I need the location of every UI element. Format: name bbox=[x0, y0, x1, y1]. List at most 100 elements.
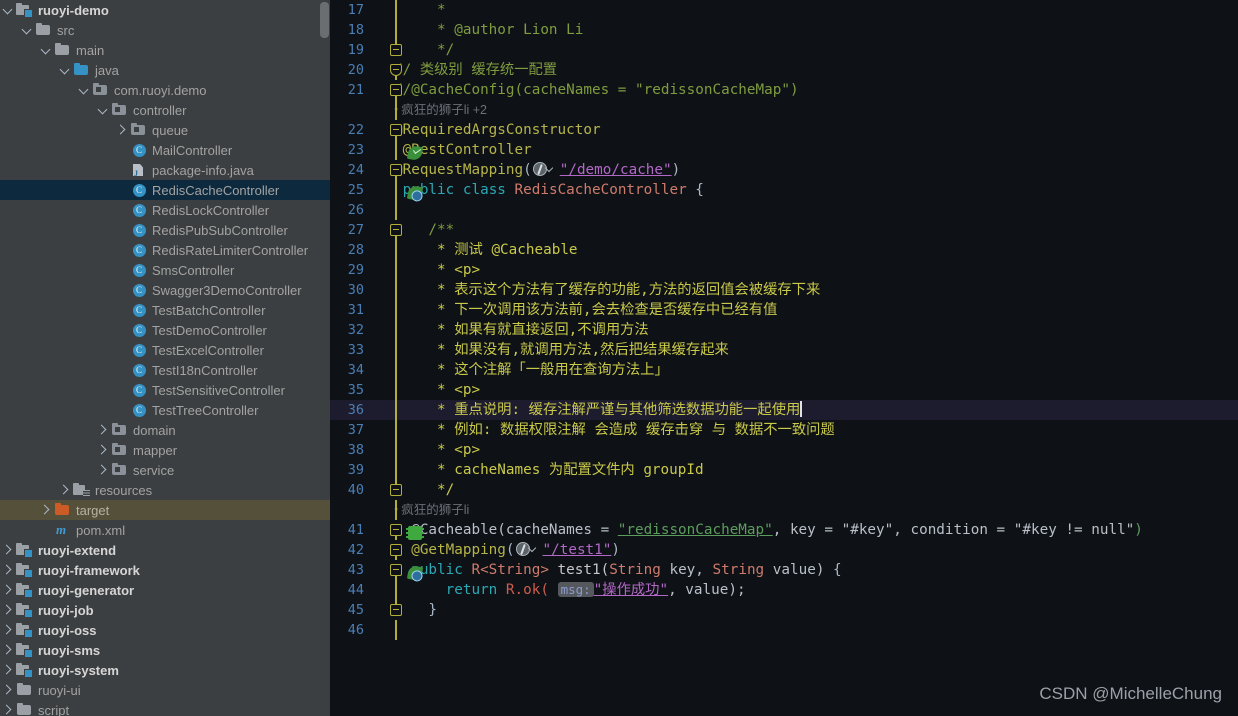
chevron-right-icon[interactable] bbox=[0, 640, 16, 660]
tree-item-main[interactable]: main bbox=[0, 40, 330, 60]
tree-item-redisratelimitercontroller[interactable]: CRedisRateLimiterController bbox=[0, 240, 330, 260]
editor-gutter[interactable]: 46 bbox=[330, 620, 394, 640]
editor-gutter[interactable]: 42 bbox=[330, 540, 394, 560]
code-line-45[interactable]: 45 } bbox=[330, 600, 1238, 620]
editor-gutter[interactable]: 36 bbox=[330, 400, 394, 420]
code-line-43[interactable]: 43 public R<String> test1(String key, St… bbox=[330, 560, 1238, 580]
code-fold-marker[interactable] bbox=[388, 80, 404, 100]
globe-dropdown-icon[interactable] bbox=[516, 542, 542, 556]
chevron-right-icon[interactable] bbox=[0, 680, 16, 700]
tree-item-pom-xml[interactable]: mpom.xml bbox=[0, 520, 330, 540]
tree-item-ruoyi-system[interactable]: ruoyi-system bbox=[0, 660, 330, 680]
tree-item-testsensitivecontroller[interactable]: CTestSensitiveController bbox=[0, 380, 330, 400]
editor-gutter[interactable]: 40 bbox=[330, 480, 394, 500]
tree-item-testdemocontroller[interactable]: CTestDemoController bbox=[0, 320, 330, 340]
code-fold-marker[interactable] bbox=[388, 200, 404, 220]
chevron-down-icon[interactable] bbox=[0, 0, 16, 20]
code-line-26[interactable]: 26 bbox=[330, 200, 1238, 220]
code-fold-marker[interactable] bbox=[388, 40, 404, 60]
tree-item-redispubsubcontroller[interactable]: CRedisPubSubController bbox=[0, 220, 330, 240]
editor-gutter[interactable]: 18 bbox=[330, 20, 394, 40]
globe-dropdown-icon[interactable] bbox=[533, 162, 559, 176]
code-line-36[interactable]: 36 * 重点说明: 缓存注解严谨与其他筛选数据功能一起使用 bbox=[330, 400, 1238, 420]
tree-item-resources[interactable]: resources bbox=[0, 480, 330, 500]
code-line-18[interactable]: 18 * @author Lion Li bbox=[330, 20, 1238, 40]
editor-gutter[interactable]: 44 bbox=[330, 580, 394, 600]
code-line-35[interactable]: 35 * <p> bbox=[330, 380, 1238, 400]
editor-gutter[interactable]: 26 bbox=[330, 200, 394, 220]
code-line-22[interactable]: 22@RequiredArgsConstructor bbox=[330, 120, 1238, 140]
code-line-21[interactable]: 21//@CacheConfig(cacheNames = "redissonC… bbox=[330, 80, 1238, 100]
code-fold-marker[interactable] bbox=[388, 100, 404, 120]
tree-item-swagger3democontroller[interactable]: CSwagger3DemoController bbox=[0, 280, 330, 300]
tree-item-java[interactable]: java bbox=[0, 60, 330, 80]
code-line-33[interactable]: 33 * 如果没有,就调用方法,然后把结果缓存起来 bbox=[330, 340, 1238, 360]
tree-item-domain[interactable]: domain bbox=[0, 420, 330, 440]
editor-gutter[interactable] bbox=[330, 500, 394, 520]
tree-item-package-info-java[interactable]: Jpackage-info.java bbox=[0, 160, 330, 180]
code-line-42[interactable]: 42 @GetMapping("/test1") bbox=[330, 540, 1238, 560]
tree-item-ruoyi-sms[interactable]: ruoyi-sms bbox=[0, 640, 330, 660]
chevron-right-icon[interactable] bbox=[0, 540, 16, 560]
editor-gutter[interactable]: 24 bbox=[330, 160, 394, 180]
sidebar-scrollbar-thumb[interactable] bbox=[320, 2, 329, 38]
editor-gutter[interactable]: 29 bbox=[330, 260, 394, 280]
chevron-right-icon[interactable] bbox=[57, 480, 73, 500]
editor-gutter[interactable]: 27 bbox=[330, 220, 394, 240]
editor-gutter[interactable]: 39 bbox=[330, 460, 394, 480]
tree-item-ruoyi-demo[interactable]: ruoyi-demo bbox=[0, 0, 330, 20]
code-line-37[interactable]: 37 * 例如: 数据权限注解 会造成 缓存击穿 与 数据不一致问题 bbox=[330, 420, 1238, 440]
editor-gutter[interactable]: 23 bbox=[330, 140, 394, 160]
editor-gutter[interactable]: 45 bbox=[330, 600, 394, 620]
code-fold-marker[interactable] bbox=[388, 260, 404, 280]
code-fold-marker[interactable] bbox=[388, 540, 404, 560]
code-fold-marker[interactable] bbox=[388, 380, 404, 400]
code-fold-marker[interactable] bbox=[388, 60, 404, 80]
code-fold-marker[interactable] bbox=[388, 140, 404, 160]
project-tree-panel[interactable]: ruoyi-demosrcmainjavacom.ruoyi.democontr… bbox=[0, 0, 330, 716]
code-line-27[interactable]: 27 /** bbox=[330, 220, 1238, 240]
chevron-right-icon[interactable] bbox=[95, 420, 111, 440]
code-fold-marker[interactable] bbox=[388, 20, 404, 40]
chevron-right-icon[interactable] bbox=[114, 120, 130, 140]
editor-gutter[interactable]: 17 bbox=[330, 0, 394, 20]
code-fold-marker[interactable] bbox=[388, 160, 404, 180]
code-fold-marker[interactable] bbox=[388, 520, 404, 540]
chevron-right-icon[interactable] bbox=[0, 620, 16, 640]
code-fold-marker[interactable] bbox=[388, 600, 404, 620]
chevron-down-icon[interactable] bbox=[38, 40, 54, 60]
tree-item-com-ruoyi-demo[interactable]: com.ruoyi.demo bbox=[0, 80, 330, 100]
code-fold-marker[interactable] bbox=[388, 440, 404, 460]
tree-item-service[interactable]: service bbox=[0, 460, 330, 480]
tree-item-smscontroller[interactable]: CSmsController bbox=[0, 260, 330, 280]
editor-gutter[interactable]: 31 bbox=[330, 300, 394, 320]
code-fold-marker[interactable] bbox=[388, 480, 404, 500]
code-line-25[interactable]: 25 public class RedisCacheController { bbox=[330, 180, 1238, 200]
tree-item-script[interactable]: script bbox=[0, 700, 330, 716]
code-fold-marker[interactable] bbox=[388, 320, 404, 340]
editor-gutter[interactable]: 19 bbox=[330, 40, 394, 60]
code-line-39[interactable]: 39 * cacheNames 为配置文件内 groupId bbox=[330, 460, 1238, 480]
code-fold-marker[interactable] bbox=[388, 580, 404, 600]
code-fold-marker[interactable] bbox=[388, 240, 404, 260]
chevron-down-icon[interactable] bbox=[19, 20, 35, 40]
tree-item-controller[interactable]: controller bbox=[0, 100, 330, 120]
editor-gutter[interactable]: 35 bbox=[330, 380, 394, 400]
chevron-right-icon[interactable] bbox=[38, 500, 54, 520]
code-fold-marker[interactable] bbox=[388, 300, 404, 320]
code-fold-marker[interactable] bbox=[388, 500, 404, 520]
editor-gutter[interactable]: 21 bbox=[330, 80, 394, 100]
code-line-38[interactable]: 38 * <p> bbox=[330, 440, 1238, 460]
code-fold-marker[interactable] bbox=[388, 180, 404, 200]
editor-gutter[interactable]: 25 bbox=[330, 180, 394, 200]
chevron-right-icon[interactable] bbox=[95, 440, 111, 460]
code-line-29[interactable]: 29 * <p> bbox=[330, 260, 1238, 280]
tree-item-testi18ncontroller[interactable]: CTestI18nController bbox=[0, 360, 330, 380]
vcs-annotation-line[interactable]: 疯狂的狮子li bbox=[330, 500, 1238, 520]
cache-icon[interactable] bbox=[408, 526, 422, 540]
tree-item-queue[interactable]: queue bbox=[0, 120, 330, 140]
tree-item-mapper[interactable]: mapper bbox=[0, 440, 330, 460]
tree-item-ruoyi-framework[interactable]: ruoyi-framework bbox=[0, 560, 330, 580]
code-line-17[interactable]: 17 * bbox=[330, 0, 1238, 20]
tree-item-ruoyi-extend[interactable]: ruoyi-extend bbox=[0, 540, 330, 560]
